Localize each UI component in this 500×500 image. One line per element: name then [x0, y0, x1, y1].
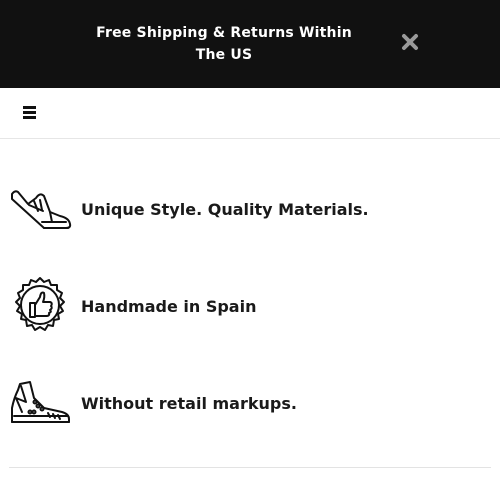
menu-button[interactable] — [18, 102, 40, 124]
sneaker-icon — [8, 178, 72, 242]
feature-item: Without retail markups. — [0, 372, 500, 436]
feature-label: Handmade in Spain — [81, 297, 257, 316]
close-icon — [402, 34, 418, 50]
announcement-text: Free Shipping & Returns Within The US — [96, 25, 352, 63]
high-top-sneaker-icon — [8, 372, 72, 436]
thumbs-up-badge-icon — [8, 275, 72, 339]
feature-item: Handmade in Spain — [0, 275, 500, 339]
site-header — [0, 88, 500, 139]
announcement-bar: Free Shipping & Returns Within The US — [0, 0, 500, 88]
feature-item: Unique Style. Quality Materials. — [0, 178, 500, 242]
feature-label: Unique Style. Quality Materials. — [81, 200, 369, 219]
close-announcement-button[interactable] — [398, 30, 422, 54]
feature-label: Without retail markups. — [81, 394, 297, 413]
section-divider — [9, 467, 491, 468]
